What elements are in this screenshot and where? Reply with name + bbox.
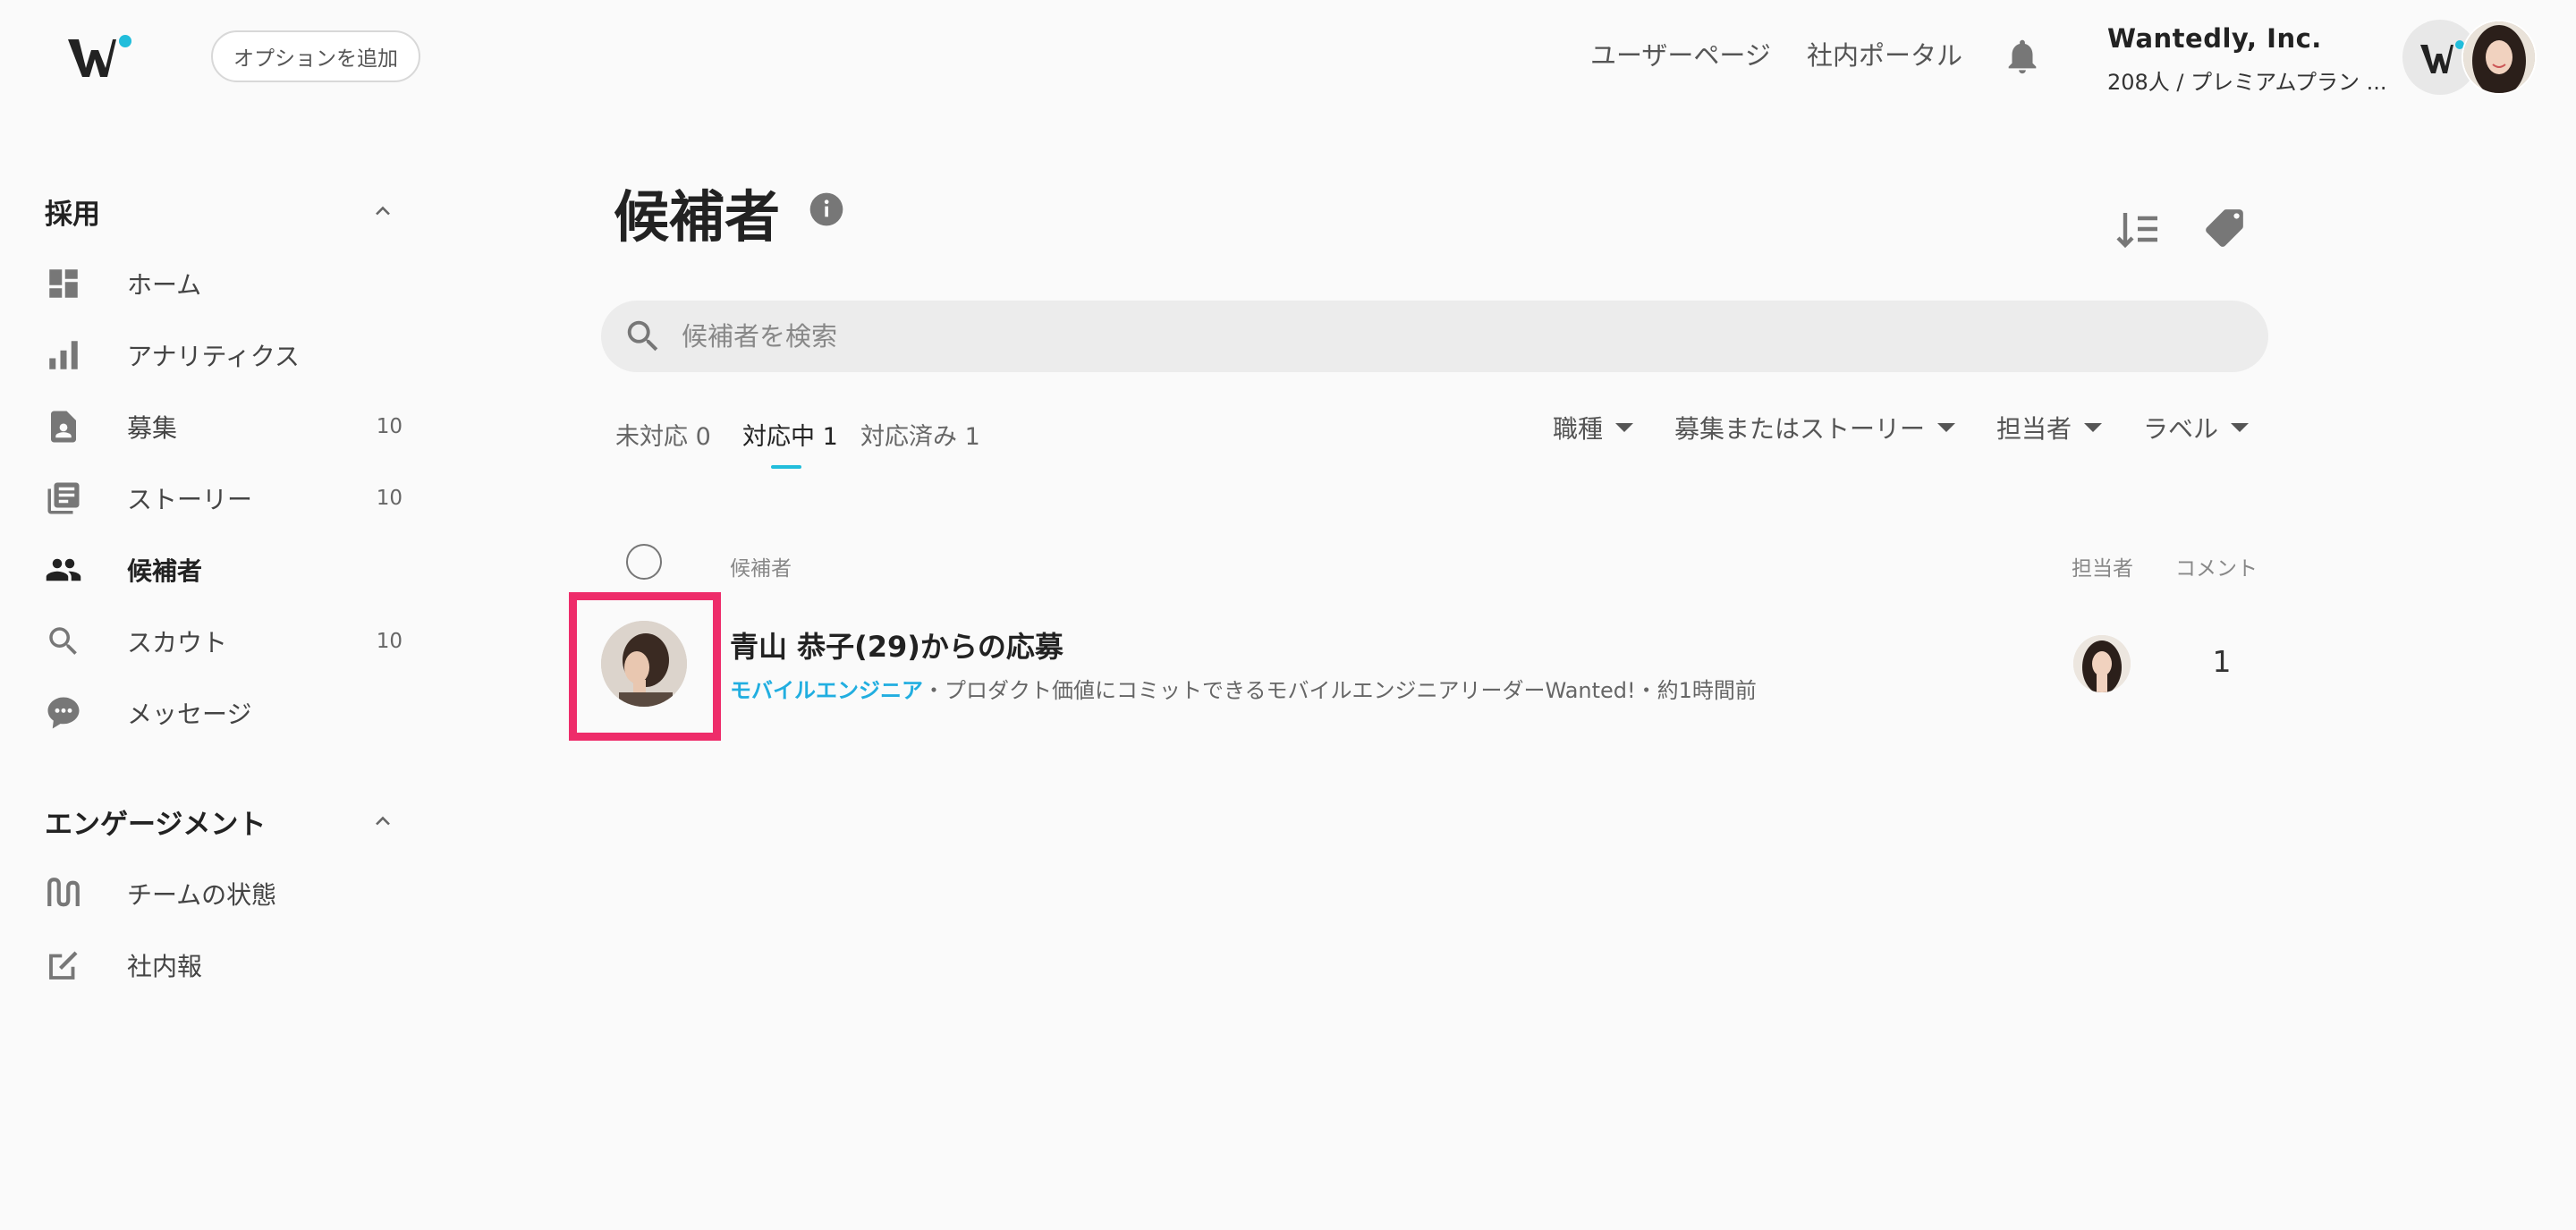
- stories-icon: [45, 479, 82, 517]
- sidebar-item-analytics[interactable]: アナリティクス: [45, 330, 402, 380]
- sidebar-item-team-status[interactable]: チームの状態: [45, 869, 402, 919]
- wantedly-logo[interactable]: [64, 32, 136, 82]
- caret-down-icon: [2231, 423, 2250, 432]
- candidate-search-bar[interactable]: [601, 301, 2268, 372]
- people-icon: [45, 551, 82, 589]
- sort-icon[interactable]: [2114, 208, 2161, 252]
- active-tab-indicator: [771, 465, 801, 469]
- assignee-avatar[interactable]: [2073, 635, 2131, 692]
- company-plan: 208人 / プレミアムプラン ...: [2107, 70, 2387, 95]
- sidebar-item-label: ストーリー: [127, 485, 253, 514]
- filter-label: 募集またはストーリー: [1674, 414, 1926, 444]
- tab-unhandled[interactable]: 未対応 0: [615, 417, 711, 452]
- sidebar-item-newsletter[interactable]: 社内報: [45, 940, 402, 990]
- column-header-assignee: 担当者: [2072, 557, 2133, 581]
- add-option-button[interactable]: オプションを追加: [211, 30, 420, 82]
- sidebar-item-home[interactable]: ホーム: [45, 259, 402, 309]
- job-post-icon: [45, 408, 82, 445]
- sidebar-item-label: ホーム: [127, 270, 202, 300]
- filter-job-or-story[interactable]: 募集またはストーリー: [1674, 410, 1956, 445]
- candidate-name[interactable]: 青山 恭子(29)からの応募: [730, 624, 1063, 666]
- tab-done[interactable]: 対応済み 1: [860, 417, 980, 452]
- engagement-section-title: エンゲージメント: [45, 809, 267, 841]
- sidebar-item-label: スカウト: [127, 628, 228, 657]
- sidebar-item-label: 社内報: [127, 952, 203, 981]
- filter-label: 職種: [1553, 414, 1604, 444]
- sidebar-item-count: 10: [376, 487, 402, 510]
- company-name[interactable]: Wantedly, Inc.: [2107, 23, 2322, 54]
- chevron-up-icon[interactable]: [370, 199, 395, 224]
- search-icon: [45, 623, 82, 660]
- filter-label: ラベル: [2143, 414, 2219, 444]
- edit-note-icon: [45, 946, 82, 984]
- sidebar-item-jobs[interactable]: 募集 10: [45, 402, 402, 452]
- sidebar-item-stories[interactable]: ストーリー 10: [45, 473, 402, 523]
- candidate-summary: モバイルエンジニア・プロダクト価値にコミットできるモバイルエンジニアリーダーWa…: [730, 673, 1757, 704]
- sidebar-item-label: アナリティクス: [127, 342, 300, 371]
- filter-job-type[interactable]: 職種: [1553, 410, 1634, 445]
- info-icon[interactable]: [809, 191, 844, 227]
- filter-label: 担当者: [1996, 414, 2072, 444]
- sidebar-item-label: メッセージ: [127, 700, 252, 729]
- candidate-detail: ・プロダクト価値にコミットできるモバイルエンジニアリーダーWanted!・約1時…: [923, 678, 1757, 703]
- notification-bell-icon[interactable]: [2002, 36, 2043, 77]
- chevron-up-icon[interactable]: [370, 809, 395, 834]
- column-header-comment: コメント: [2175, 557, 2258, 581]
- sidebar-item-scout[interactable]: スカウト 10: [45, 616, 402, 666]
- filter-assignee[interactable]: 担当者: [1996, 410, 2103, 445]
- sidebar-item-label: チームの状態: [127, 880, 277, 910]
- sidebar-item-label: 候補者: [127, 556, 203, 586]
- column-header-candidate[interactable]: 候補者: [730, 551, 792, 581]
- candidate-job-link[interactable]: モバイルエンジニア: [730, 678, 923, 703]
- wave-icon: [45, 875, 82, 912]
- dashboard-icon: [45, 265, 82, 302]
- filter-label-tag[interactable]: ラベル: [2143, 410, 2250, 445]
- comment-count: 1: [2212, 644, 2232, 679]
- sidebar-item-messages[interactable]: メッセージ: [45, 688, 402, 738]
- sidebar-item-count: 10: [376, 415, 402, 438]
- sidebar-item-label: 募集: [127, 413, 178, 443]
- bar-chart-icon: [45, 336, 82, 374]
- caret-down-icon: [2084, 423, 2103, 432]
- page-title: 候補者: [614, 184, 781, 250]
- user-page-link[interactable]: ユーザーページ: [1590, 36, 1771, 75]
- search-icon: [623, 316, 664, 357]
- tab-in-progress[interactable]: 対応中 1: [742, 417, 838, 452]
- recruit-section-title: 採用: [45, 199, 100, 231]
- sidebar-item-count: 10: [376, 630, 402, 653]
- portal-link[interactable]: 社内ポータル: [1807, 36, 1962, 75]
- candidate-avatar[interactable]: [601, 621, 687, 707]
- search-input[interactable]: [680, 320, 2204, 352]
- caret-down-icon: [1937, 423, 1956, 432]
- tag-icon[interactable]: [2202, 206, 2247, 250]
- user-avatar[interactable]: [2462, 20, 2537, 95]
- sidebar-item-candidates[interactable]: 候補者: [45, 545, 402, 595]
- chat-bubble-icon: [45, 694, 82, 732]
- select-all-checkbox[interactable]: [626, 544, 662, 580]
- caret-down-icon: [1615, 423, 1634, 432]
